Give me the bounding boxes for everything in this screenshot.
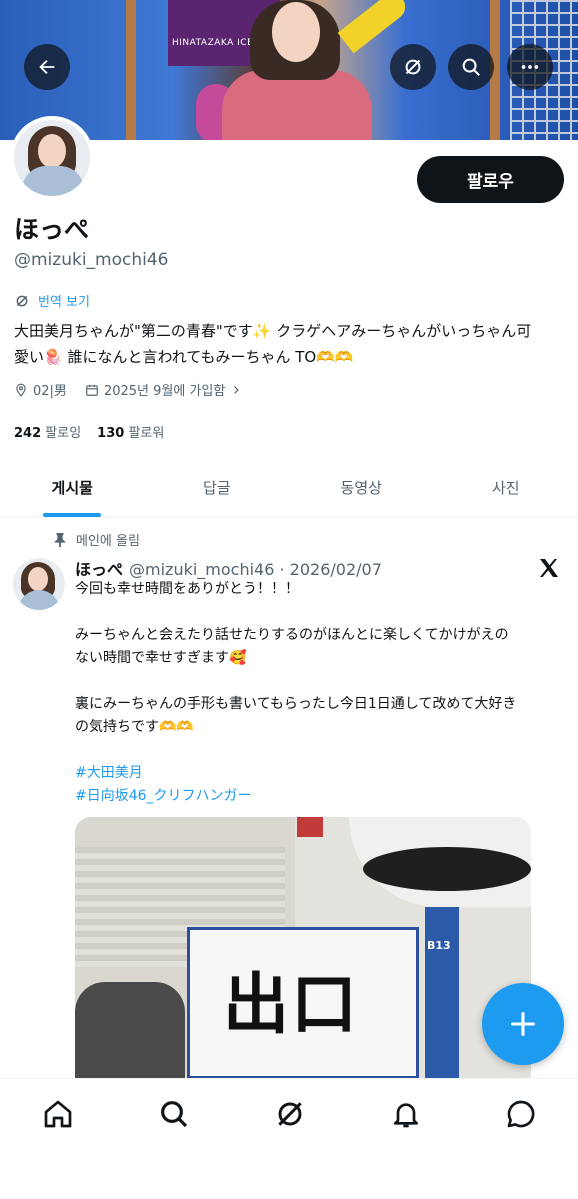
post-line: の気持ちです🫶🫶 (75, 719, 194, 735)
tab-photos[interactable]: 사진 (434, 458, 578, 516)
more-button[interactable] (507, 44, 553, 90)
followers-count: 130 (97, 426, 125, 441)
post-line: ない時間で幸せすぎます🥰 (75, 650, 247, 666)
grok-icon (278, 1102, 302, 1126)
profile-handle: @mizuki_mochi46 (14, 250, 169, 270)
hashtag-link[interactable]: #日向坂46_クリフハンガー (75, 785, 555, 808)
post-author-handle-date[interactable]: @mizuki_mochi46 · 2026/02/07 (129, 560, 382, 579)
follow-counts: 242 팔로잉 130 팔로워 (14, 422, 164, 441)
followers-label: 팔로워 (128, 426, 165, 441)
more-icon (521, 65, 539, 69)
tab-videos[interactable]: 동영상 (289, 458, 434, 516)
translate-bio-link[interactable]: 번역 보기 (14, 291, 90, 310)
home-icon (44, 1100, 72, 1128)
media-duct-opening (363, 847, 531, 891)
post-media-image[interactable]: B13 出口 (75, 817, 531, 1079)
profile-meta: 02|男 2025년 9월에 가입함 (14, 380, 242, 399)
tab-posts[interactable]: 게시물 (0, 458, 145, 516)
plus-icon (510, 1011, 536, 1037)
tab-replies[interactable]: 답글 (145, 458, 290, 516)
chat-bubble-icon (507, 1100, 535, 1128)
location-text: 02|男 (33, 384, 67, 399)
post-line: みーちゃんと会えたり話せたりするのがほんとに楽しくてかけがえの (75, 627, 509, 643)
bell-icon (394, 1103, 418, 1128)
nav-home[interactable] (40, 1096, 76, 1132)
following-label: 팔로잉 (45, 426, 82, 441)
bottom-navigation (0, 1078, 578, 1199)
compose-button[interactable] (482, 983, 564, 1065)
back-button[interactable] (24, 44, 70, 90)
nav-notifications[interactable] (388, 1096, 424, 1132)
banner-person-body (222, 70, 372, 140)
grok-icon (16, 295, 28, 306)
bio-line: 愛い🪼 誰になんと言われてもみーちゃん TO🫶🫶 (14, 348, 354, 366)
x-logo-icon[interactable] (537, 556, 561, 580)
banner-person-face (272, 2, 320, 62)
profile-name: ほっぺ (14, 215, 90, 244)
hashtag-link[interactable]: #大田美月 (75, 762, 555, 785)
post-author-name[interactable]: ほっぺ (75, 560, 123, 579)
calendar-icon (86, 384, 98, 396)
pinned-indicator: 메인에 올림 (54, 530, 140, 549)
nav-messages[interactable] (503, 1096, 539, 1132)
avatar-body (22, 166, 84, 196)
search-icon (462, 58, 480, 76)
nav-grok[interactable] (272, 1096, 308, 1132)
joined-text: 2025년 9월에 가입함 (103, 384, 226, 399)
followers-link[interactable]: 130 팔로워 (97, 422, 164, 441)
media-pillar-label: B13 (427, 939, 451, 952)
media-people (75, 982, 185, 1079)
post-line: 裏にみーちゃんの手形も書いてもらったし今日1日通して改めて大好き (75, 696, 517, 712)
avatar-face (38, 134, 66, 168)
nav-search[interactable] (156, 1096, 192, 1132)
banner-pole (126, 0, 136, 140)
pinned-label: 메인에 올림 (76, 534, 140, 549)
bio-line: 大田美月ちゃんが"第二の青春"です✨ クラゲヘアみーちゃんがいっちゃん可 (14, 322, 532, 340)
post-header: ほっぺ @mizuki_mochi46 · 2026/02/07 (75, 556, 382, 580)
grok-icon (405, 59, 421, 75)
search-icon (161, 1101, 188, 1128)
media-exit-sign: 出口 (223, 966, 359, 1043)
banner-megaphone (337, 0, 411, 54)
pin-icon (54, 532, 66, 547)
profile-avatar[interactable] (10, 116, 94, 200)
following-count: 242 (14, 426, 42, 441)
post-line: 今回も幸せ時間をありがとう！！！ (75, 581, 299, 597)
profile-bio: 大田美月ちゃんが"第二の青春"です✨ クラゲヘアみーちゃんがいっちゃん可 愛い🪼… (14, 318, 564, 370)
grok-button[interactable] (390, 44, 436, 90)
profile-location: 02|男 (14, 380, 67, 399)
search-button[interactable] (448, 44, 494, 90)
location-pin-icon (16, 383, 26, 397)
translate-label: 번역 보기 (38, 295, 90, 310)
back-arrow-icon (39, 59, 55, 75)
following-link[interactable]: 242 팔로잉 (14, 422, 81, 441)
follow-button[interactable]: 팔로우 (417, 156, 564, 203)
profile-tabs: 게시물 답글 동영상 사진 (0, 458, 578, 517)
post-avatar-face (28, 567, 48, 591)
post-avatar[interactable] (13, 558, 65, 610)
post-body: 今回も幸せ時間をありがとう！！！ みーちゃんと会えたり話せたりするのがほんとに楽… (75, 578, 555, 808)
profile-joined[interactable]: 2025년 9월에 가입함 (85, 380, 242, 399)
media-red-sign (297, 817, 323, 837)
media-pillar (425, 907, 459, 1079)
chevron-right-icon (234, 385, 240, 394)
